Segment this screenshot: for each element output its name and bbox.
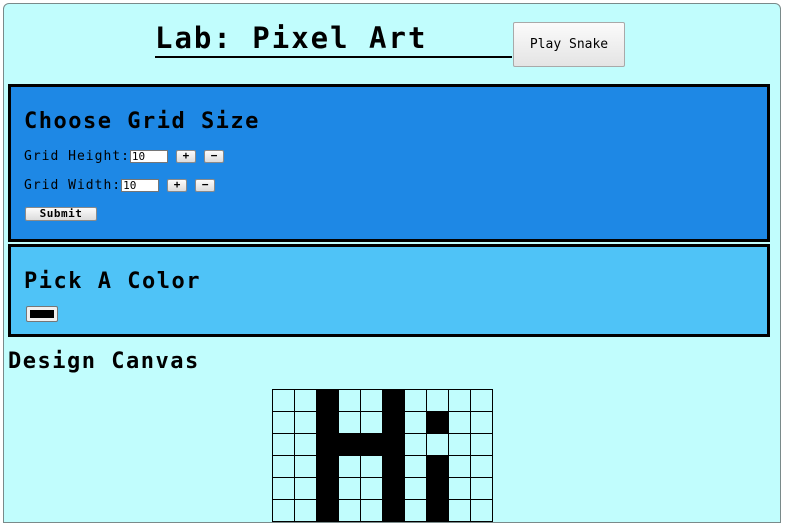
grid-cell[interactable] bbox=[338, 389, 361, 412]
page-title: Lab: Pixel Art bbox=[155, 22, 512, 58]
grid-cell[interactable] bbox=[470, 433, 493, 456]
grid-height-decrement-button[interactable]: − bbox=[203, 149, 224, 163]
grid-cell[interactable] bbox=[448, 433, 471, 456]
grid-row bbox=[272, 433, 493, 456]
grid-cell[interactable] bbox=[360, 433, 383, 456]
grid-height-increment-button[interactable]: + bbox=[175, 149, 196, 163]
grid-cell[interactable] bbox=[382, 477, 405, 500]
grid-cell[interactable] bbox=[338, 433, 361, 456]
grid-cell[interactable] bbox=[272, 433, 295, 456]
grid-cell[interactable] bbox=[360, 455, 383, 478]
grid-height-row: Grid Height: + − bbox=[24, 148, 224, 164]
pick-color-heading: Pick A Color bbox=[24, 269, 201, 294]
grid-cell[interactable] bbox=[294, 411, 317, 434]
selected-color-swatch bbox=[30, 310, 54, 318]
grid-cell[interactable] bbox=[448, 455, 471, 478]
grid-cell[interactable] bbox=[316, 477, 339, 500]
grid-cell[interactable] bbox=[470, 455, 493, 478]
grid-cell[interactable] bbox=[316, 455, 339, 478]
grid-row bbox=[272, 499, 493, 522]
grid-row bbox=[272, 455, 493, 478]
grid-cell[interactable] bbox=[272, 499, 295, 522]
grid-cell[interactable] bbox=[426, 389, 449, 412]
design-canvas-grid bbox=[272, 389, 493, 522]
grid-cell[interactable] bbox=[294, 433, 317, 456]
grid-cell[interactable] bbox=[360, 499, 383, 522]
grid-cell[interactable] bbox=[316, 389, 339, 412]
grid-row bbox=[272, 477, 493, 500]
grid-cell[interactable] bbox=[294, 499, 317, 522]
grid-width-decrement-button[interactable]: − bbox=[195, 178, 216, 192]
grid-height-label: Grid Height: bbox=[24, 148, 130, 164]
grid-width-input[interactable] bbox=[121, 178, 160, 192]
grid-width-row: Grid Width: + − bbox=[24, 177, 216, 193]
grid-row bbox=[272, 389, 493, 412]
grid-cell[interactable] bbox=[470, 411, 493, 434]
grid-cell[interactable] bbox=[316, 411, 339, 434]
grid-cell[interactable] bbox=[382, 499, 405, 522]
grid-cell[interactable] bbox=[338, 455, 361, 478]
grid-cell[interactable] bbox=[338, 411, 361, 434]
grid-cell[interactable] bbox=[404, 477, 427, 500]
grid-height-input[interactable] bbox=[129, 149, 168, 163]
play-snake-button[interactable]: Play Snake bbox=[513, 22, 625, 67]
grid-cell[interactable] bbox=[360, 389, 383, 412]
grid-cell[interactable] bbox=[404, 499, 427, 522]
grid-cell[interactable] bbox=[294, 389, 317, 412]
grid-cell[interactable] bbox=[426, 455, 449, 478]
grid-row bbox=[272, 411, 493, 434]
grid-cell[interactable] bbox=[404, 389, 427, 412]
grid-cell[interactable] bbox=[338, 499, 361, 522]
grid-width-label: Grid Width: bbox=[24, 177, 122, 193]
grid-cell[interactable] bbox=[448, 389, 471, 412]
grid-cell[interactable] bbox=[382, 455, 405, 478]
grid-cell[interactable] bbox=[426, 477, 449, 500]
grid-cell[interactable] bbox=[404, 455, 427, 478]
grid-cell[interactable] bbox=[404, 411, 427, 434]
grid-cell[interactable] bbox=[404, 433, 427, 456]
grid-width-increment-button[interactable]: + bbox=[167, 178, 188, 192]
grid-cell[interactable] bbox=[426, 411, 449, 434]
grid-cell[interactable] bbox=[272, 411, 295, 434]
grid-cell[interactable] bbox=[448, 477, 471, 500]
grid-cell[interactable] bbox=[272, 389, 295, 412]
grid-cell[interactable] bbox=[470, 477, 493, 500]
grid-cell[interactable] bbox=[426, 433, 449, 456]
grid-cell[interactable] bbox=[316, 499, 339, 522]
grid-cell[interactable] bbox=[470, 499, 493, 522]
grid-cell[interactable] bbox=[272, 477, 295, 500]
grid-cell[interactable] bbox=[426, 499, 449, 522]
grid-cell[interactable] bbox=[338, 477, 361, 500]
grid-cell[interactable] bbox=[294, 455, 317, 478]
grid-cell[interactable] bbox=[448, 499, 471, 522]
grid-cell[interactable] bbox=[360, 411, 383, 434]
grid-cell[interactable] bbox=[382, 433, 405, 456]
grid-cell[interactable] bbox=[294, 477, 317, 500]
design-canvas-heading: Design Canvas bbox=[8, 349, 200, 374]
grid-cell[interactable] bbox=[382, 411, 405, 434]
grid-cell[interactable] bbox=[316, 433, 339, 456]
grid-cell[interactable] bbox=[448, 411, 471, 434]
submit-button[interactable]: Submit bbox=[25, 207, 97, 221]
grid-size-heading: Choose Grid Size bbox=[24, 109, 260, 134]
grid-cell[interactable] bbox=[272, 455, 295, 478]
color-picker-input[interactable] bbox=[26, 306, 58, 322]
color-picker-panel: Pick A Color bbox=[8, 244, 770, 337]
grid-size-panel: Choose Grid Size Grid Height: + − Grid W… bbox=[8, 84, 770, 242]
grid-cell[interactable] bbox=[382, 389, 405, 412]
grid-cell[interactable] bbox=[360, 477, 383, 500]
grid-cell[interactable] bbox=[470, 389, 493, 412]
